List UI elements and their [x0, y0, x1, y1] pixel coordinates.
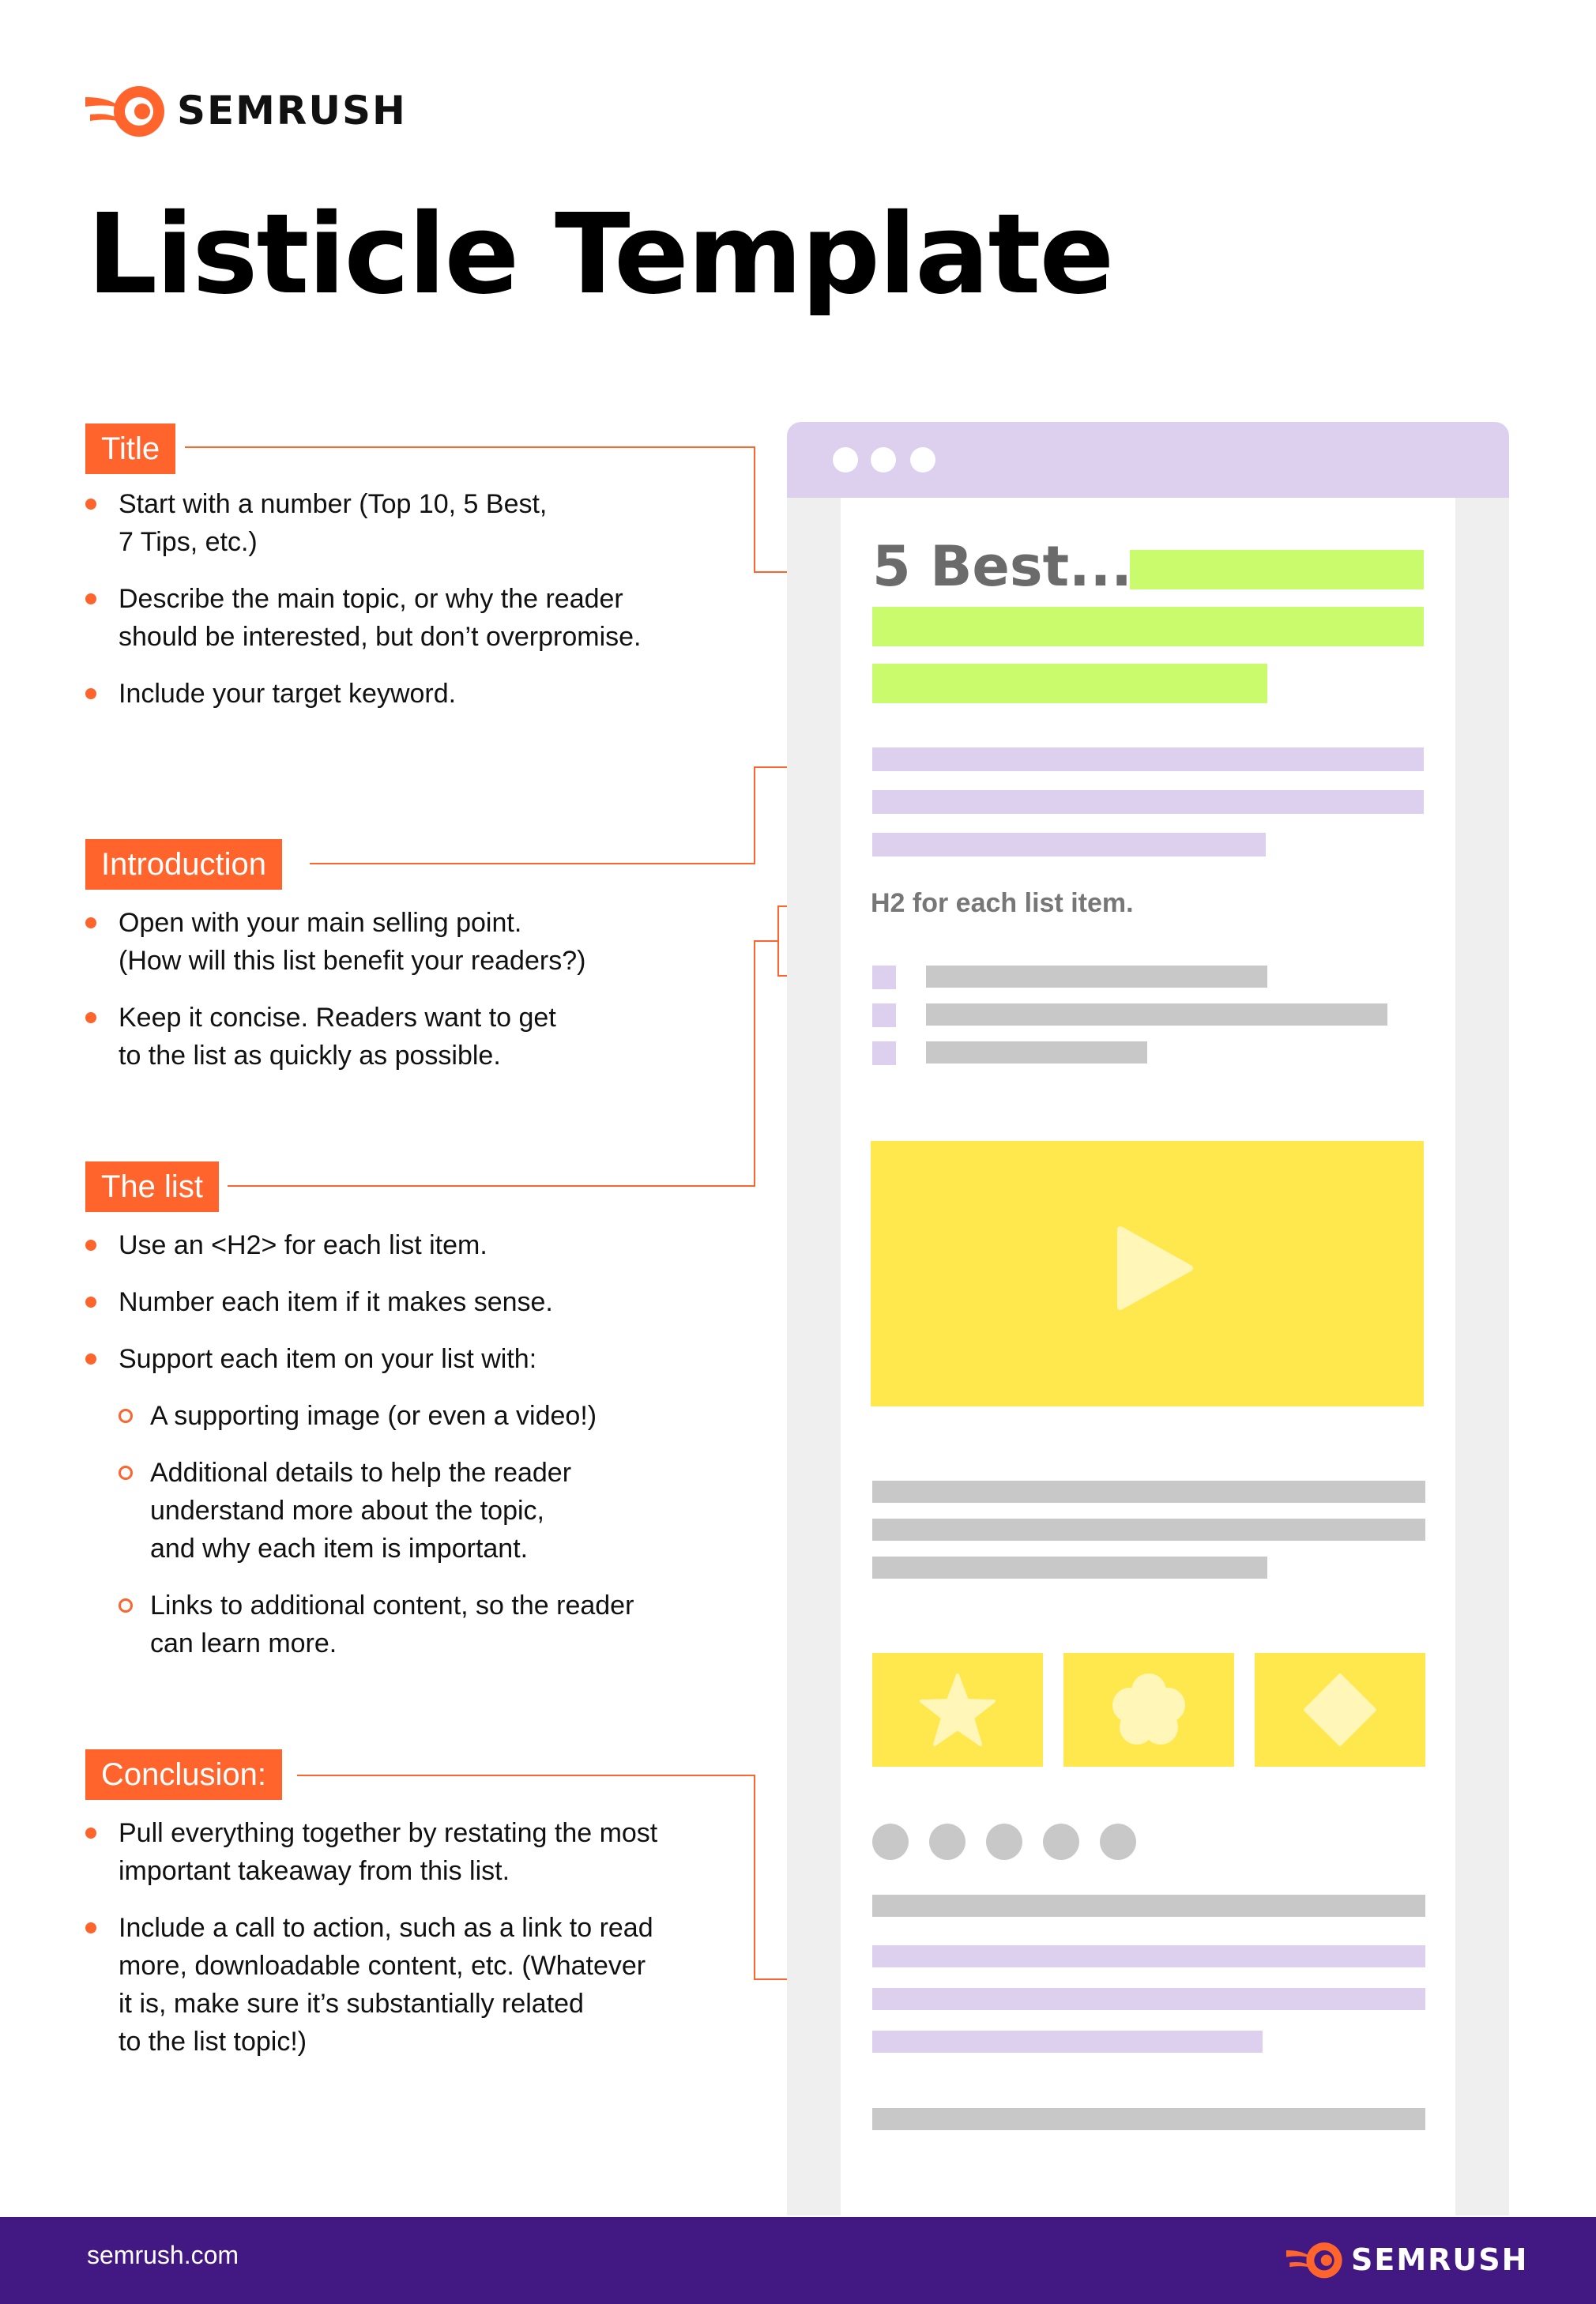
- list-bullet-square: [872, 1041, 896, 1065]
- carousel-dot: [929, 1824, 966, 1860]
- list-placeholder-bar: [926, 1003, 1387, 1026]
- carousel-dot: [872, 1824, 909, 1860]
- conclusion-placeholder-bar: [872, 2031, 1263, 2053]
- conclusion-placeholder-bar: [872, 1988, 1425, 2010]
- connector-line: [754, 446, 755, 573]
- intro-placeholder-bar: [872, 790, 1424, 814]
- mock-heading: 5 Best...: [872, 534, 1132, 599]
- title-placeholder-bar: [872, 664, 1267, 703]
- list-bullet-square: [872, 966, 896, 989]
- window-dot-icon: [910, 447, 935, 472]
- list-item: Include a call to action, such as a link…: [85, 1909, 749, 2061]
- section-tag-conclusion: Conclusion:: [85, 1749, 283, 1800]
- intro-placeholder-bar: [872, 833, 1266, 856]
- semrush-flame-icon: [1286, 2242, 1342, 2279]
- conclusion-placeholder-bar: [872, 1945, 1425, 1967]
- flower-icon: [1112, 1673, 1185, 1745]
- list-item: Number each item if it makes sense.: [85, 1283, 749, 1321]
- section-tag-introduction: Introduction: [85, 839, 283, 890]
- connector-line: [297, 1775, 755, 1776]
- list-item: Start with a number (Top 10, 5 Best, 7 Ti…: [85, 485, 749, 561]
- list-item: Keep it concise. Readers want to get to t…: [85, 999, 749, 1075]
- sub-list-item: Additional details to help the reader und…: [85, 1454, 749, 1568]
- details-placeholder-bar: [872, 1557, 1267, 1579]
- semrush-logo: SEMRUSH: [85, 79, 407, 142]
- connector-line: [185, 446, 755, 448]
- mock-h2-label: H2 for each list item.: [871, 888, 1134, 918]
- list-placeholder-bar: [926, 1041, 1147, 1064]
- intro-placeholder-bar: [872, 747, 1424, 771]
- section-tag-the-list: The list: [85, 1161, 219, 1212]
- diamond-icon: [1304, 1673, 1376, 1746]
- section-tag-title: Title: [85, 424, 176, 474]
- list-item: Describe the main topic, or why the read…: [85, 580, 749, 656]
- title-bullet-list: Start with a number (Top 10, 5 Best, 7 Ti…: [85, 485, 749, 732]
- connector-line: [310, 863, 755, 864]
- connector-line: [754, 1775, 755, 1980]
- list-item: Open with your main selling point. (How w…: [85, 904, 749, 980]
- list-bullet-square: [872, 1003, 896, 1027]
- connector-line: [777, 905, 779, 977]
- semrush-flame-icon: [85, 86, 164, 137]
- connector-line: [754, 940, 779, 942]
- list-placeholder-bar: [926, 966, 1267, 988]
- title-placeholder-bar: [1130, 550, 1424, 589]
- play-icon: [1117, 1226, 1193, 1310]
- sub-list-item: A supporting image (or even a video!): [85, 1397, 749, 1435]
- connector-line: [754, 766, 755, 864]
- sub-list-item: Links to additional content, so the read…: [85, 1587, 749, 1662]
- conclusion-bullet-list: Pull everything together by restating th…: [85, 1814, 749, 2080]
- window-dot-icon: [871, 447, 896, 472]
- details-placeholder-bar: [872, 1481, 1425, 1503]
- conclusion-placeholder-bar: [872, 1895, 1425, 1917]
- connector-line: [228, 1185, 755, 1187]
- details-placeholder-bar: [872, 1519, 1425, 1541]
- connector-line: [754, 940, 755, 1187]
- carousel-dot: [986, 1824, 1022, 1860]
- window-dot-icon: [833, 447, 858, 472]
- carousel-dot: [1043, 1824, 1079, 1860]
- page-title: Listicle Template: [87, 190, 1114, 319]
- list-item: Pull everything together by restating th…: [85, 1814, 749, 1890]
- footer-placeholder-bar: [872, 2108, 1425, 2130]
- list-item: Use an <H2> for each list item.: [85, 1226, 749, 1264]
- introduction-bullet-list: Open with your main selling point. (How w…: [85, 904, 749, 1094]
- footer-url-link[interactable]: semrush.com: [87, 2241, 239, 2270]
- list-item: Support each item on your list with:: [85, 1340, 749, 1378]
- logo-wordmark: SEMRUSH: [177, 88, 407, 134]
- star-icon: [920, 1673, 996, 1746]
- carousel-dot: [1100, 1824, 1136, 1860]
- the-list-bullet-list: Use an <H2> for each list item. Number e…: [85, 1226, 749, 1681]
- title-placeholder-bar: [872, 607, 1424, 646]
- list-item: Include your target keyword.: [85, 675, 749, 713]
- footer-semrush-logo: SEMRUSH: [1286, 2234, 1528, 2285]
- footer-logo-wordmark: SEMRUSH: [1351, 2242, 1529, 2277]
